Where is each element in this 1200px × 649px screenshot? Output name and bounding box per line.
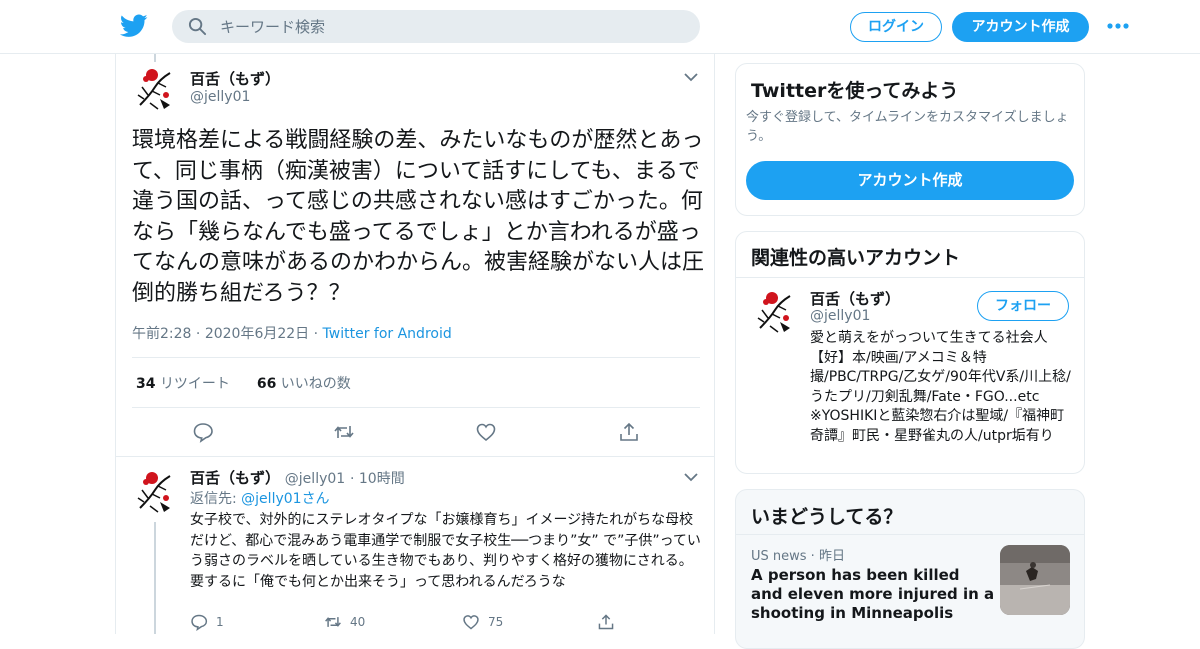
like-icon[interactable] (475, 421, 497, 443)
avatar[interactable] (750, 288, 800, 338)
divider (116, 456, 714, 457)
retweet-action[interactable]: 40 (324, 613, 365, 633)
trend-headline[interactable]: A person has been killed and eleven more… (751, 566, 996, 623)
divider (132, 407, 700, 408)
card-title: Twitterを使ってみよう (751, 80, 959, 102)
author-handle[interactable]: @jelly01 (285, 471, 345, 487)
related-accounts-card: 関連性の高いアカウント 百舌（もず） @jelly01 フォロー 愛と萌えをがっ… (735, 231, 1085, 474)
login-button[interactable]: ログイン (850, 12, 942, 42)
top-header: ログイン アカウント作成 (0, 0, 1200, 54)
card-subtitle: 今すぐ登録して、タイムラインをカスタマイズしましょう。 (746, 110, 1069, 144)
tweet-time[interactable]: 10時間 (359, 471, 405, 487)
account-name[interactable]: 百舌（もず） (810, 288, 900, 309)
retweet-icon (325, 617, 341, 627)
reply-icon[interactable] (192, 421, 214, 443)
divider (736, 277, 1084, 278)
trend-thumbnail[interactable] (1000, 545, 1070, 615)
like-action[interactable]: 75 (462, 613, 503, 633)
tweet-time[interactable]: 午前2:28 (132, 326, 191, 342)
tweet-meta: 午前2:28 · 2020年6月22日 · Twitter for Androi… (132, 326, 452, 342)
reply-text: 女子校で、対外的にステレオタイプな「お嬢様育ち」イメージ持たれがちな母校だけど、… (190, 512, 701, 590)
avatar-image (130, 468, 180, 518)
signup-card: Twitterを使ってみよう 今すぐ登録して、タイムラインをカスタマイズしましょ… (735, 63, 1085, 216)
follow-button[interactable]: フォロー (977, 291, 1069, 321)
card-title: 関連性の高いアカウント (751, 247, 961, 269)
share-action[interactable] (597, 613, 615, 633)
share-icon[interactable] (618, 421, 640, 443)
thread-line (154, 54, 156, 62)
like-icon (463, 615, 479, 630)
avatar[interactable] (130, 65, 180, 115)
like-stat[interactable]: 66 いいねの数 (257, 376, 351, 392)
signup-card-button[interactable]: アカウント作成 (746, 161, 1074, 200)
card-title: いまどうしてる？ (751, 506, 903, 528)
share-icon (598, 614, 614, 630)
tweet-stats: 34 リツイート 66 いいねの数 (136, 373, 351, 393)
avatar[interactable] (130, 468, 180, 518)
trends-card: いまどうしてる？ US news · 昨日 A person has been … (735, 489, 1085, 649)
retweet-stat[interactable]: 34 リツイート (136, 376, 230, 392)
author-name[interactable]: 百舌（もず） (190, 469, 280, 487)
chevron-down-icon[interactable] (684, 472, 698, 482)
trend-meta: US news · 昨日 (751, 549, 845, 564)
signup-button[interactable]: アカウント作成 (952, 12, 1089, 42)
tweet-column: 百舌（もず） @jelly01 環境格差による戦闘経験の差、みたいなものが歴然と… (115, 54, 715, 634)
reply-icon (191, 614, 208, 632)
author-name[interactable]: 百舌（もず） (190, 68, 280, 89)
tweet-source-link[interactable]: Twitter for Android (323, 326, 452, 342)
avatar-image (750, 288, 800, 338)
news-image (1000, 545, 1070, 615)
more-dots-icon[interactable] (1107, 22, 1129, 30)
thread-line (154, 522, 156, 634)
retweet-icon[interactable] (333, 421, 355, 443)
chevron-down-icon[interactable] (684, 72, 698, 82)
reply-to: 返信先: @jelly01さん (190, 491, 330, 507)
reply-to-handle-link[interactable]: @jelly01 (241, 491, 301, 507)
divider (736, 534, 1084, 535)
avatar-image (130, 65, 180, 115)
author-handle[interactable]: @jelly01 (190, 89, 250, 105)
account-handle[interactable]: @jelly01 (810, 308, 870, 324)
tweet-text: 環境格差による戦闘経験の差、みたいなものが歴然とあって、同じ事柄（痴漢被害）につ… (132, 128, 705, 306)
tweet-date[interactable]: 2020年6月22日 (205, 326, 309, 342)
reply-header: 百舌（もず） @jelly01 · 10時間 (190, 469, 405, 487)
search-box[interactable] (172, 10, 700, 43)
search-icon (188, 17, 207, 36)
twitter-bird-icon[interactable] (120, 13, 148, 39)
account-bio: 愛と萌えをがっついて生きてる社会人 【好】本/映画/アメコミ＆特撮/PBC/TR… (810, 330, 1071, 444)
reply-action[interactable]: 1 (190, 613, 224, 633)
search-input[interactable] (220, 10, 680, 43)
divider (132, 357, 700, 358)
